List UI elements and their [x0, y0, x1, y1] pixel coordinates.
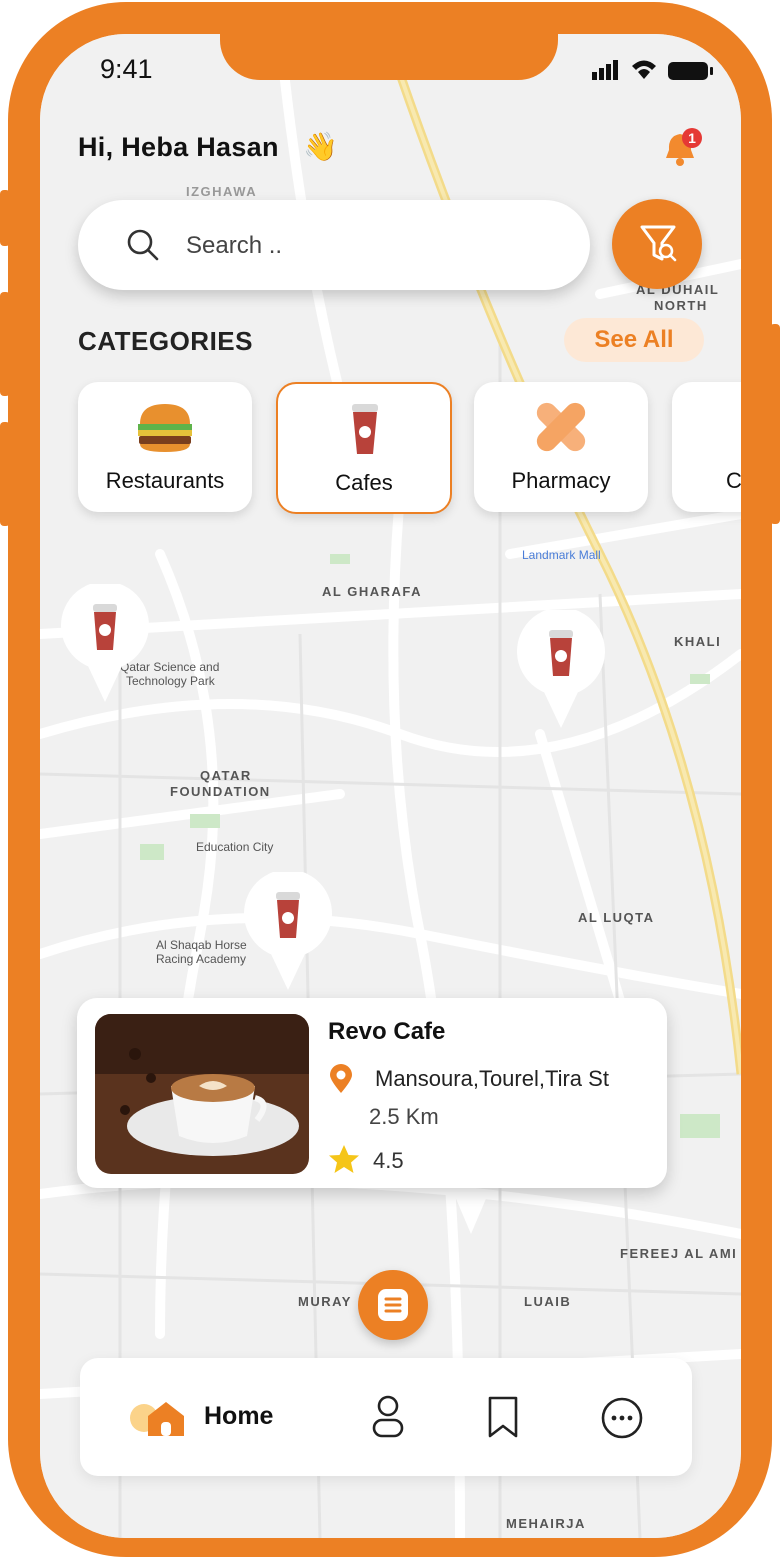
map-label: MURAY: [298, 1294, 352, 1309]
map-label: MEHAIRJA: [506, 1516, 586, 1531]
home-icon[interactable]: [124, 1398, 186, 1438]
more-icon[interactable]: [600, 1396, 644, 1440]
category-label: Pharmacy: [511, 468, 611, 493]
side-button: [0, 292, 10, 396]
bookmark-icon[interactable]: [486, 1394, 520, 1440]
star-icon: [329, 1145, 359, 1173]
category-label: C: [726, 468, 741, 493]
map-label: Al Shaqab Horse: [156, 938, 247, 952]
map-label: IZGHAWA: [186, 184, 258, 199]
bottom-nav: Home: [80, 1358, 692, 1476]
notification-badge: 1: [688, 130, 696, 146]
search-bar[interactable]: [78, 200, 590, 290]
map-label: Racing Academy: [156, 952, 247, 966]
notch: [220, 34, 558, 80]
screen: IZGHAWA AL DUHAIL NORTH AL GHARAFA Landm…: [40, 34, 741, 1538]
map-label: KHALI: [674, 634, 722, 649]
wave-emoji-icon: 👋: [303, 131, 338, 162]
map-label: LUAIB: [524, 1294, 572, 1309]
map-label: FOUNDATION: [170, 784, 271, 799]
category-label: Restaurants: [105, 468, 225, 493]
filter-button[interactable]: [612, 199, 702, 289]
location-pin-icon: [330, 1064, 352, 1093]
category-restaurants[interactable]: Restaurants: [78, 382, 252, 512]
map-label: FEREEJ AL AMI: [620, 1246, 738, 1261]
map-pin-cafe[interactable]: [60, 584, 150, 704]
place-distance: 2.5 Km: [369, 1104, 439, 1129]
map-pin-cafe[interactable]: [243, 872, 333, 992]
status-icons: [592, 60, 713, 80]
map-label: Landmark Mall: [522, 548, 601, 562]
side-button: [770, 324, 780, 524]
map-label: AL GHARAFA: [322, 584, 422, 599]
map-label: AL LUQTA: [578, 910, 655, 925]
category-cafes[interactable]: Cafes: [276, 382, 452, 514]
search-icon: [127, 229, 159, 261]
category-more[interactable]: C: [672, 382, 741, 512]
nav-home-label[interactable]: Home: [204, 1402, 273, 1431]
notification-bell-icon[interactable]: 1: [662, 126, 706, 170]
side-button: [0, 190, 10, 246]
list-icon: [378, 1289, 408, 1321]
profile-icon[interactable]: [370, 1394, 406, 1440]
coffee-cup-icon: [352, 404, 378, 454]
place-rating: 4.5: [373, 1148, 404, 1173]
map-label: NORTH: [654, 298, 708, 313]
side-button: [0, 422, 10, 526]
search-input[interactable]: [184, 222, 568, 270]
category-pharmacy[interactable]: Pharmacy: [474, 382, 648, 512]
greeting-text: Hi, Heba Hasan: [78, 132, 279, 162]
status-time: 9:41: [100, 54, 153, 84]
category-label: Cafes: [335, 470, 393, 495]
list-view-button[interactable]: [358, 1270, 428, 1340]
filter-search-icon: [640, 225, 677, 262]
place-name: Revo Cafe: [328, 1018, 446, 1045]
map-label: Education City: [196, 840, 274, 854]
categories-title: CATEGORIES: [78, 326, 253, 356]
bandage-icon: [536, 402, 586, 452]
map-pin-cafe[interactable]: [516, 610, 606, 730]
place-card[interactable]: Revo Cafe Mansoura,Tourel,Tira St 2.5 Km…: [77, 998, 667, 1188]
cafe-photo: [95, 1014, 309, 1174]
burger-icon: [138, 404, 192, 452]
place-address: Mansoura,Tourel,Tira St: [375, 1066, 609, 1091]
map-label: QATAR: [200, 768, 252, 783]
see-all-button[interactable]: See All: [564, 318, 704, 362]
